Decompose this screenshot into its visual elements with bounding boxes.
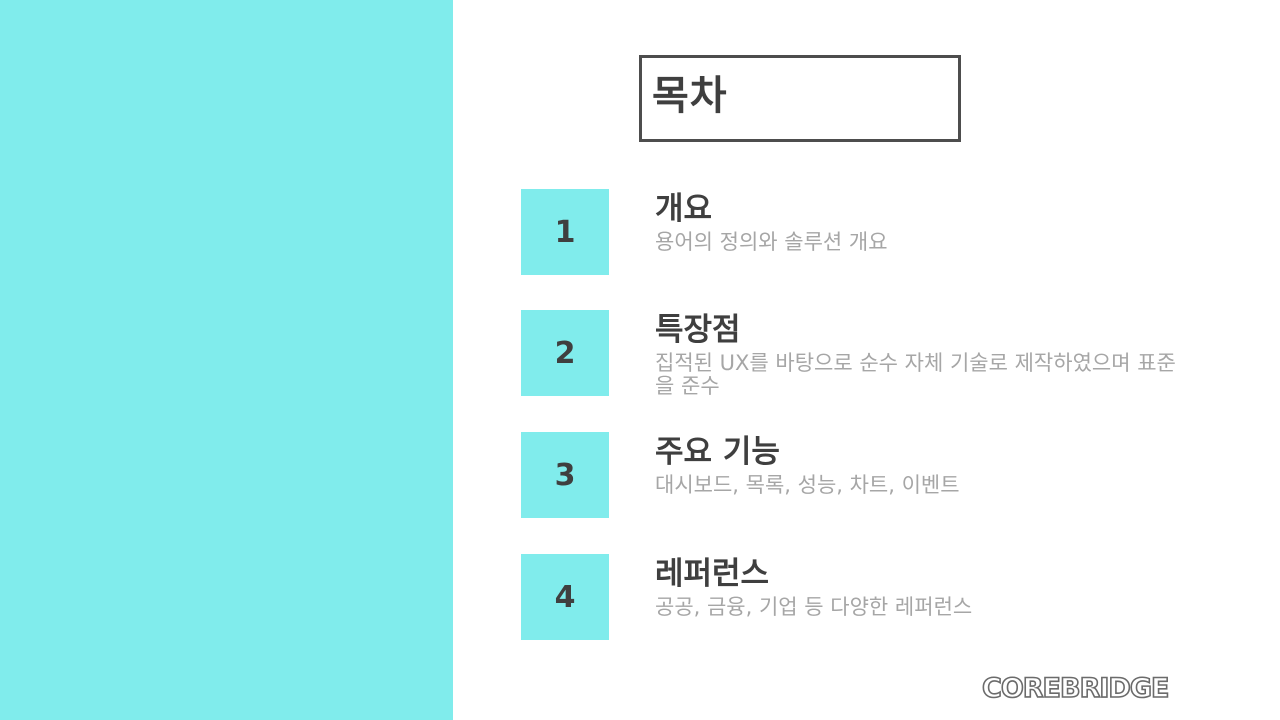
toc-item-4: 4 레퍼런스 공공, 금융, 기업 등 다양한 레퍼런스 (521, 554, 1181, 644)
toc-item-description: 대시보드, 목록, 성능, 차트, 이벤트 (655, 473, 960, 497)
page-title: 목차 (652, 73, 728, 119)
title-box: 목차 (639, 55, 961, 142)
toc-number-badge: 2 (521, 310, 609, 396)
slide: 목차 1 개요 용어의 정의와 솔루션 개요 2 특장점 집적된 UX를 바탕으… (0, 0, 1280, 720)
toc-number-badge: 4 (521, 554, 609, 640)
toc-item-title: 개요 (655, 191, 713, 227)
toc-item-3: 3 주요 기능 대시보드, 목록, 성능, 차트, 이벤트 (521, 432, 1181, 522)
toc-item-2: 2 특장점 집적된 UX를 바탕으로 순수 자체 기술로 제작하였으며 표준을 … (521, 310, 1181, 400)
toc-number-badge: 1 (521, 189, 609, 275)
toc-item-title: 특장점 (655, 312, 741, 348)
toc-item-title: 주요 기능 (655, 434, 780, 470)
side-accent-panel (0, 0, 453, 720)
toc-item-description: 공공, 금융, 기업 등 다양한 레퍼런스 (655, 595, 973, 619)
corebridge-logo: COREBRIDGE (981, 673, 1170, 705)
toc-item-1: 1 개요 용어의 정의와 솔루션 개요 (521, 189, 1181, 279)
toc-item-title: 레퍼런스 (655, 556, 770, 592)
toc-item-description: 집적된 UX를 바탕으로 순수 자체 기술로 제작하였으며 표준을 준수 (655, 351, 1176, 398)
toc-item-description: 용어의 정의와 솔루션 개요 (655, 230, 888, 254)
toc-number-badge: 3 (521, 432, 609, 518)
